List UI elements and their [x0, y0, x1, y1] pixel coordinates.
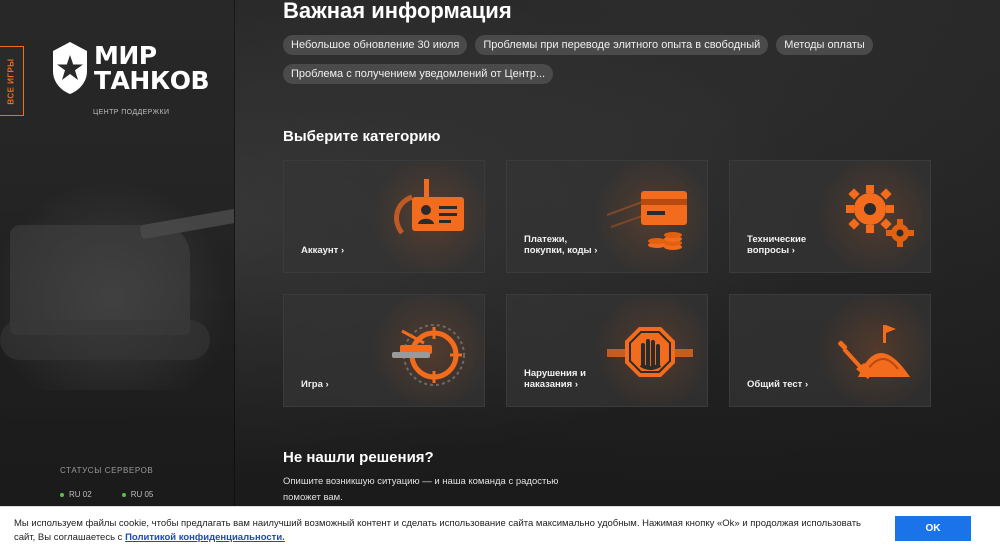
cookie-ok-button[interactable]: OK [895, 516, 971, 541]
all-games-label: ВСЕ ИГРЫ [7, 57, 17, 105]
info-chip[interactable]: Проблемы при переводе элитного опыта в с… [475, 35, 769, 55]
server-status-list: RU 02 RU 05 [60, 490, 153, 499]
not-found-text: Опишите возникшую ситуацию — и наша кома… [283, 476, 559, 503]
info-chip[interactable]: Небольшое обновление 30 июля [283, 35, 468, 55]
privacy-policy-link[interactable]: Политикой конфиденциальности. [125, 532, 285, 543]
server-item: RU 02 [60, 490, 92, 499]
not-found-title: Не нашли решения? [283, 449, 434, 466]
server-status-title: СТАТУСЫ СЕРВЕРОВ [60, 466, 154, 475]
category-label: Нарушения и наказания [524, 368, 586, 390]
sidebar: ВСЕ ИГРЫ МИР ТАНКОВ ЦЕНТР ПОДДЕРЖКИ СТАТ… [0, 0, 235, 553]
category-label: Аккаунт [301, 245, 344, 256]
gears-icon [846, 185, 914, 247]
all-games-tab[interactable]: ВСЕ ИГРЫ [0, 46, 24, 116]
category-card-game[interactable]: Игра [283, 294, 485, 407]
star-shield-icon [53, 42, 87, 94]
logo-line-2: ТАНКОВ [94, 66, 210, 95]
cookie-banner: Мы используем файлы cookie, чтобы предла… [0, 506, 1000, 553]
category-label: Общий тест [747, 379, 808, 390]
category-label: Технические вопросы [747, 234, 806, 256]
important-info-chips: Небольшое обновление 30 июля Проблемы пр… [283, 35, 923, 84]
stop-hand-icon [607, 327, 693, 377]
categories-title: Выберите категорию [283, 128, 441, 145]
cookie-text: Мы используем файлы cookie, чтобы предла… [14, 517, 874, 545]
category-card-payments[interactable]: Платежи, покупки, коды [506, 160, 708, 273]
crosshair-icon [392, 324, 465, 386]
info-chip[interactable]: Проблема с получением уведомлений от Цен… [283, 64, 554, 84]
tank-body-artwork [10, 225, 190, 335]
id-card-icon [394, 179, 464, 235]
category-label: Платежи, покупки, коды [524, 234, 597, 256]
server-item: RU 05 [121, 490, 154, 499]
category-label: Игра [301, 379, 329, 390]
category-grid: Аккаунт Платежи, покупки, коды [283, 160, 931, 407]
support-center-caption: ЦЕНТР ПОДДЕРЖКИ [93, 109, 170, 116]
sand-shovel-icon [838, 325, 910, 379]
info-chip[interactable]: Методы оплаты [776, 35, 873, 55]
status-dot-icon [60, 492, 64, 497]
category-card-account[interactable]: Аккаунт [283, 160, 485, 273]
logo-text: МИР ТАНКОВ [94, 41, 210, 95]
category-card-technical[interactable]: Технические вопросы [729, 160, 931, 273]
server-name: RU 02 [69, 490, 92, 499]
status-dot-icon [121, 492, 126, 497]
logo-line-1: МИР [94, 41, 157, 70]
logo[interactable]: МИР ТАНКОВ [52, 41, 210, 95]
server-name: RU 05 [130, 490, 154, 499]
tank-track-artwork [0, 320, 210, 360]
category-card-violations[interactable]: Нарушения и наказания [506, 294, 708, 407]
category-card-common-test[interactable]: Общий тест [729, 294, 931, 407]
payment-card-icon [606, 191, 687, 250]
page-title: Важная информация [283, 0, 512, 23]
